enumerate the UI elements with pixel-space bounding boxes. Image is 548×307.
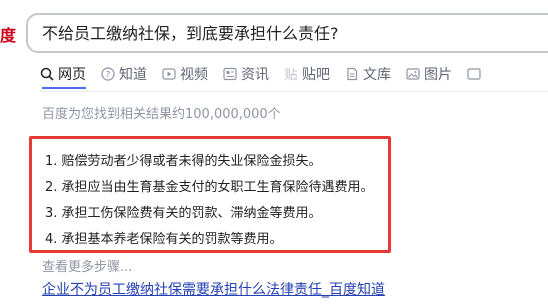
news-icon: [223, 67, 237, 81]
list-item: 4. 承担基本养老保险有关的罚款等费用。: [45, 232, 283, 247]
list-item: 1. 赔偿劳动者少得或者未得的失业保险金损失。: [45, 154, 322, 169]
video-icon: [162, 67, 176, 81]
image-icon: [406, 67, 420, 81]
svg-text:贴: 贴: [284, 68, 297, 81]
tieba-icon: 贴: [284, 67, 298, 83]
tab-label: 视频: [180, 67, 208, 83]
tab-video[interactable]: 视频: [162, 62, 208, 86]
svg-text:?: ?: [106, 71, 111, 81]
search-query-text[interactable]: 不给员工缴纳社保，到底要承担什么责任?: [42, 24, 339, 44]
search-icon: [40, 67, 54, 81]
tab-tieba[interactable]: 贴 贴吧: [284, 62, 330, 86]
tab-web[interactable]: 网页: [40, 62, 86, 86]
baidu-logo-fragment[interactable]: 度: [0, 27, 16, 45]
question-icon: ?: [101, 67, 115, 81]
tabs-divider: [40, 91, 548, 92]
more-icon: [467, 67, 481, 81]
tab-label: 网页: [58, 67, 86, 83]
document-icon: [345, 67, 359, 81]
tab-zhidao[interactable]: ? 知道: [101, 62, 147, 86]
active-tab-indicator: [42, 87, 86, 89]
tab-label: 图片: [424, 67, 452, 83]
list-item: 2. 承担应当由生育基金支付的女职工生育保险待遇费用。: [45, 180, 374, 195]
answer-list: 1. 赔偿劳动者少得或者未得的失业保险金损失。 2. 承担应当由生育基金支付的女…: [45, 149, 374, 253]
tab-label: 资讯: [241, 67, 269, 83]
tab-wenku[interactable]: 文库: [345, 62, 391, 86]
answer-highlight-box: 1. 赔偿劳动者少得或者未得的失业保险金损失。 2. 承担应当由生育基金支付的女…: [29, 136, 391, 253]
result-count: 百度为您找到相关结果约100,000,000个: [42, 107, 281, 122]
tab-news[interactable]: 资讯: [223, 62, 269, 86]
tab-label: 文库: [363, 67, 391, 83]
tab-image[interactable]: 图片: [406, 62, 452, 86]
tab-label: 知道: [119, 67, 147, 83]
result-title-link[interactable]: 企业不为员工缴纳社保需要承担什么法律责任_百度知道: [42, 279, 385, 299]
more-steps-link[interactable]: 查看更多步骤...: [42, 256, 132, 275]
search-tabs: 网页 ? 知道 视频 资讯 贴 贴吧 文库 图片: [40, 62, 500, 88]
list-item: 3. 承担工伤保险费有关的罚款、滞纳金等费用。: [45, 206, 322, 221]
tab-more[interactable]: [467, 62, 485, 86]
search-input[interactable]: 不给员工缴纳社保，到底要承担什么责任?: [26, 13, 548, 53]
tab-label: 贴吧: [302, 67, 330, 83]
